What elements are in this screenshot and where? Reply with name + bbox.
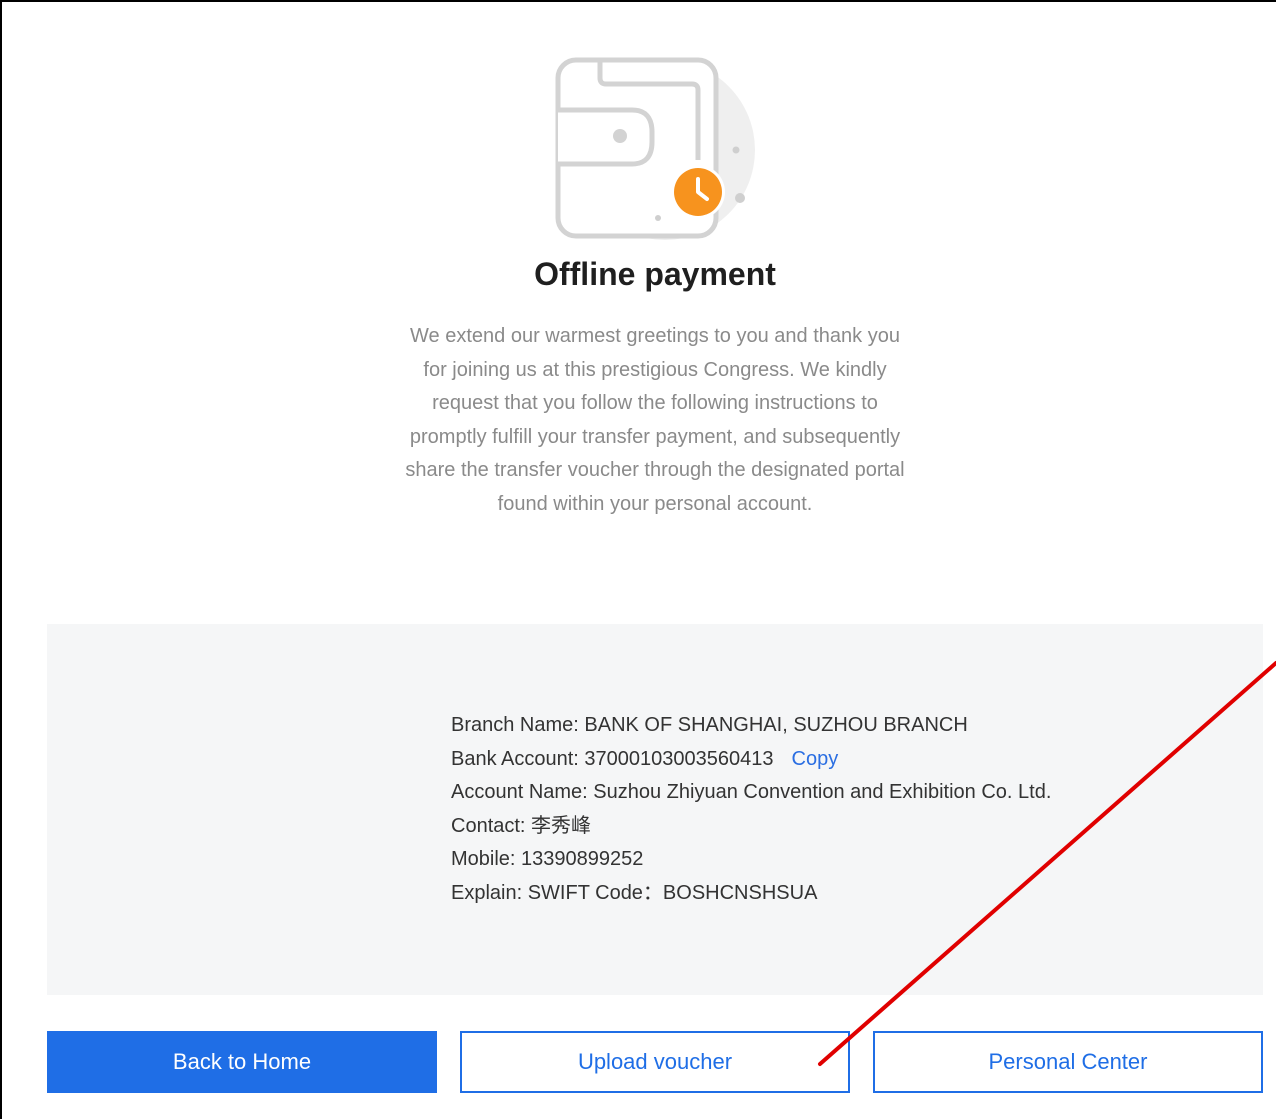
contact-label: Contact:	[451, 814, 532, 837]
account-row: Bank Account: 37000103003560413 Copy	[451, 743, 1051, 777]
branch-value: BANK OF SHANGHAI, SUZHOU BRANCH	[584, 714, 968, 736]
branch-row: Branch Name: BANK OF SHANGHAI, SUZHOU BR…	[451, 709, 1051, 743]
wallet-clock-icon	[540, 50, 770, 250]
account-name-row: Account Name: Suzhou Zhiyuan Convention …	[451, 776, 1051, 810]
branch-label: Branch Name:	[451, 714, 585, 736]
account-name-value: Suzhou Zhiyuan Convention and Exhibition…	[593, 781, 1052, 803]
page-title: Offline payment	[534, 256, 776, 292]
account-name-label: Account Name:	[451, 781, 594, 803]
explain-label: Explain:	[451, 881, 528, 904]
copy-button[interactable]: Copy	[792, 748, 839, 770]
upload-voucher-button[interactable]: Upload voucher	[460, 1031, 850, 1093]
intro-text: We extend our warmest greetings to you a…	[405, 325, 905, 515]
mobile-label: Mobile:	[451, 848, 522, 870]
account-value: 37000103003560413	[584, 747, 774, 770]
account-label: Bank Account:	[451, 747, 585, 770]
explain-row: Explain: SWIFT Code：BOSHCNSHSUA	[451, 877, 1051, 911]
explain-value: SWIFT Code：BOSHCNSHSUA	[527, 881, 818, 904]
mobile-value: 13390899252	[521, 848, 644, 870]
contact-row: Contact: 李秀峰	[451, 810, 1051, 844]
bank-info-panel: Branch Name: BANK OF SHANGHAI, SUZHOU BR…	[47, 624, 1263, 995]
contact-value: 李秀峰	[531, 814, 592, 837]
personal-center-button[interactable]: Personal Center	[873, 1031, 1263, 1093]
back-to-home-button[interactable]: Back to Home	[47, 1031, 437, 1093]
mobile-row: Mobile: 13390899252	[451, 843, 1051, 877]
